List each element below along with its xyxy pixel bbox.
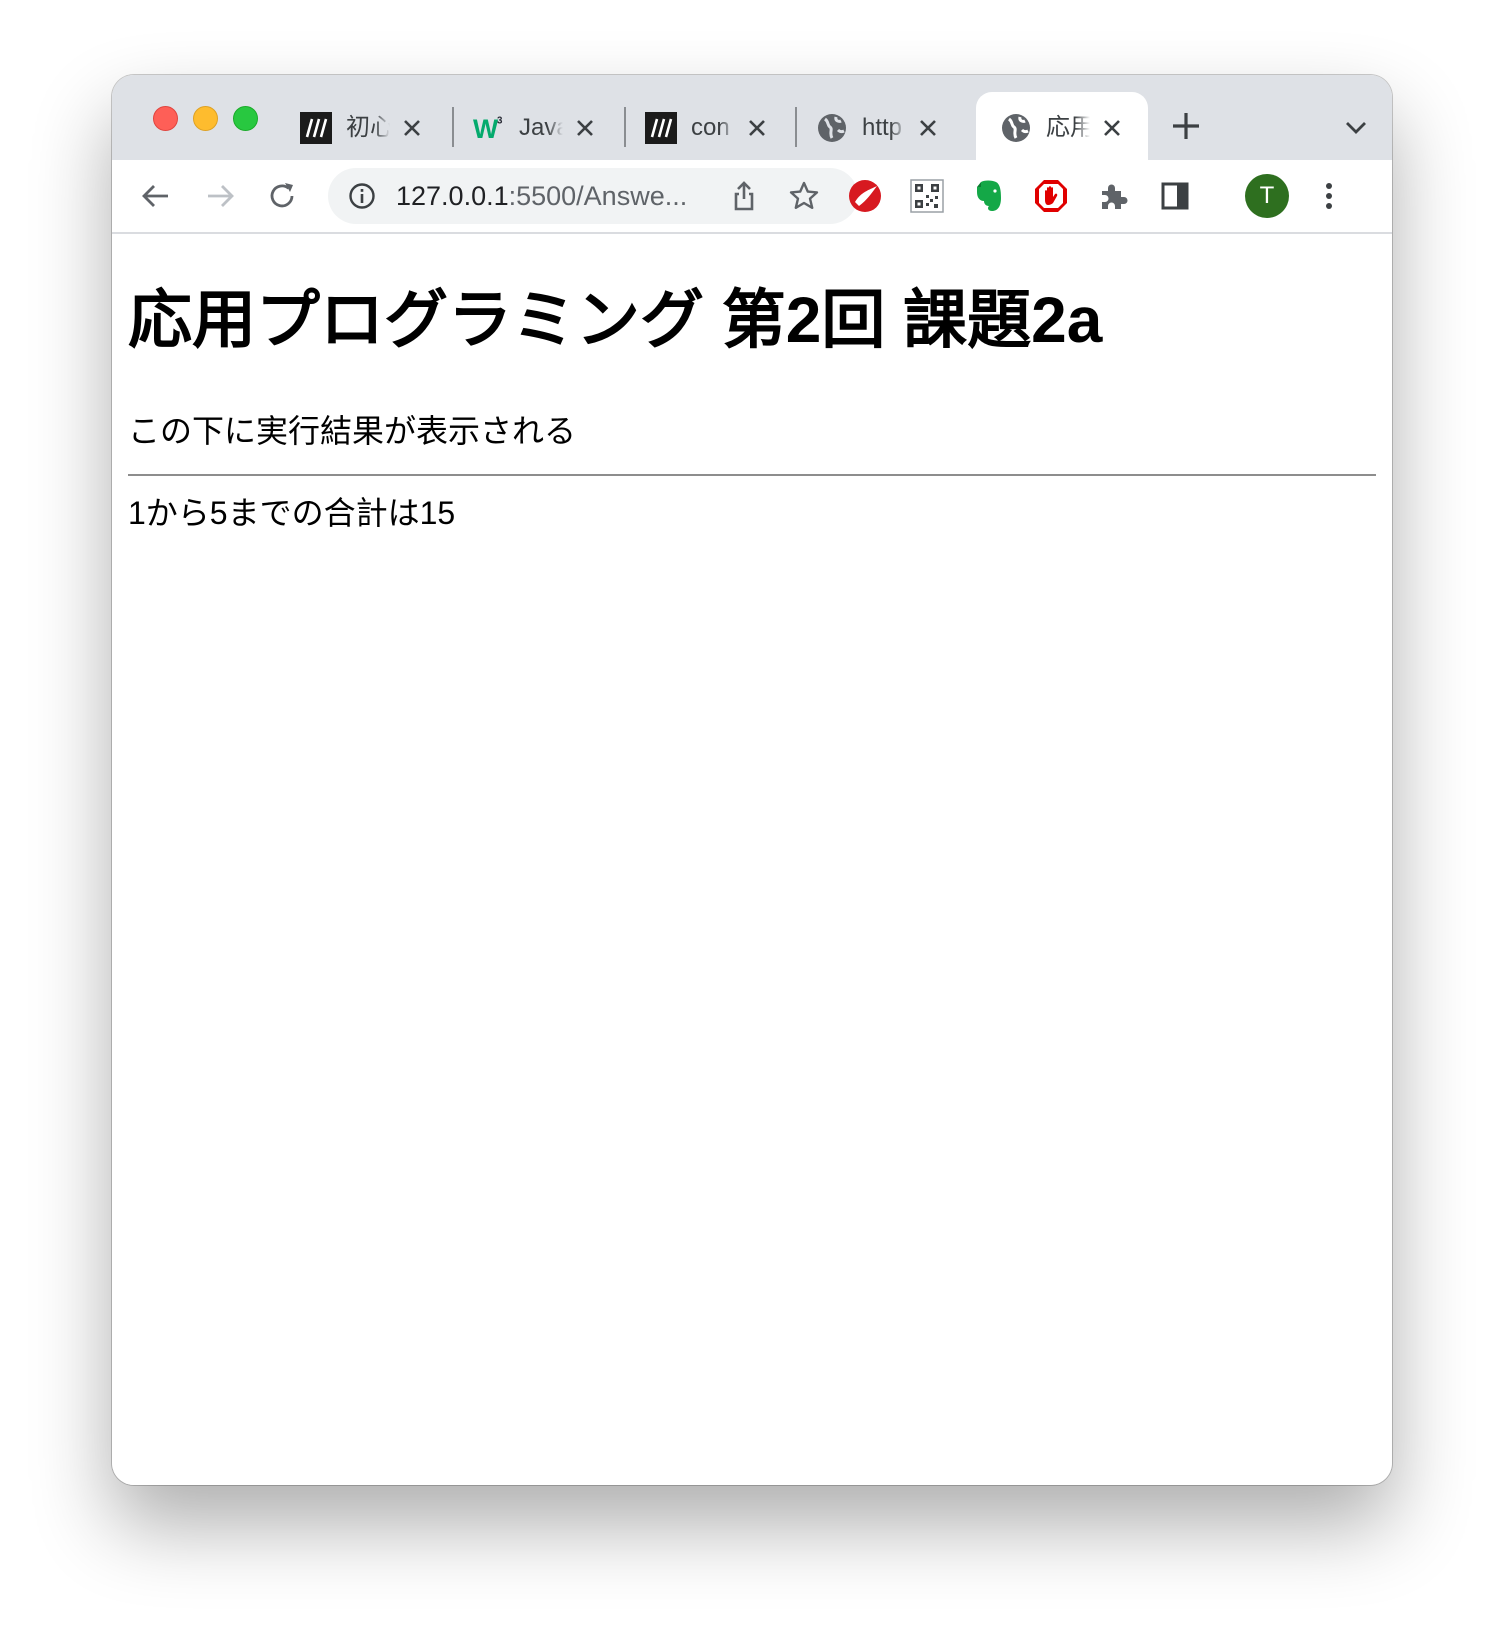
evernote-icon[interactable] bbox=[969, 176, 1009, 216]
new-tab-button[interactable] bbox=[1168, 108, 1204, 144]
adblock-icon[interactable] bbox=[1031, 176, 1071, 216]
browser-window: 初心 W3 Java con bbox=[112, 75, 1392, 1485]
back-arrow-icon[interactable] bbox=[136, 176, 176, 216]
trend-micro-icon[interactable] bbox=[845, 176, 885, 216]
address-bar[interactable]: 127.0.0.1:5500/Answe... bbox=[328, 168, 858, 224]
share-icon[interactable] bbox=[728, 180, 760, 212]
tab-5-active[interactable]: 応用 bbox=[976, 92, 1148, 160]
tab-2[interactable]: W3 Java bbox=[453, 92, 621, 160]
maximize-window-button[interactable] bbox=[233, 106, 258, 131]
svg-text:W: W bbox=[473, 114, 499, 144]
url-text[interactable]: 127.0.0.1:5500/Answe... bbox=[396, 180, 726, 212]
tab-1[interactable]: 初心 bbox=[280, 92, 448, 160]
site-info-icon[interactable] bbox=[348, 182, 376, 210]
close-tab-icon[interactable] bbox=[743, 114, 771, 142]
execution-result: 1から5までの合計は15 bbox=[128, 495, 456, 531]
browser-toolbar: 127.0.0.1:5500/Answe... T bbox=[112, 160, 1392, 234]
tab-title: 応用 bbox=[1046, 114, 1090, 141]
close-tab-icon[interactable] bbox=[914, 114, 942, 142]
w3schools-icon: W3 bbox=[473, 112, 505, 144]
close-window-button[interactable] bbox=[153, 106, 178, 131]
page-content: 応用プログラミング 第2回 課題2a この下に実行結果が表示される 1から5まで… bbox=[112, 234, 1392, 1485]
page-heading: 応用プログラミング 第2回 課題2a bbox=[128, 284, 1103, 356]
reload-icon[interactable] bbox=[262, 176, 302, 216]
close-tab-icon[interactable] bbox=[1098, 114, 1126, 142]
side-panel-icon[interactable] bbox=[1155, 176, 1195, 216]
mdn-icon bbox=[645, 112, 677, 144]
tab-4[interactable]: http bbox=[796, 92, 964, 160]
url-path: :5500/Answe... bbox=[508, 181, 688, 211]
tab-strip: 初心 W3 Java con bbox=[112, 75, 1392, 160]
qr-code-icon[interactable] bbox=[907, 176, 947, 216]
bookmark-star-icon[interactable] bbox=[788, 180, 820, 212]
minimize-window-button[interactable] bbox=[193, 106, 218, 131]
menu-kebab-icon[interactable] bbox=[1309, 176, 1349, 216]
close-tab-icon[interactable] bbox=[398, 114, 426, 142]
tab-title: Java bbox=[519, 114, 563, 141]
puzzle-extensions-icon[interactable] bbox=[1093, 176, 1133, 216]
url-host: 127.0.0.1 bbox=[396, 181, 509, 211]
svg-text:3: 3 bbox=[497, 116, 503, 127]
tab-title: con bbox=[691, 114, 730, 141]
globe-icon bbox=[1000, 112, 1032, 144]
tab-search-chevron-down-icon[interactable] bbox=[1342, 113, 1370, 141]
profile-avatar[interactable]: T bbox=[1245, 174, 1289, 218]
tab-3[interactable]: con bbox=[625, 92, 793, 160]
mdn-icon bbox=[300, 112, 332, 144]
forward-arrow-icon[interactable] bbox=[200, 176, 240, 216]
close-tab-icon[interactable] bbox=[571, 114, 599, 142]
globe-icon bbox=[816, 112, 848, 144]
horizontal-divider bbox=[128, 474, 1376, 476]
page-description: この下に実行結果が表示される bbox=[128, 413, 577, 449]
tab-title: http bbox=[862, 114, 903, 141]
tab-title: 初心 bbox=[346, 114, 390, 141]
